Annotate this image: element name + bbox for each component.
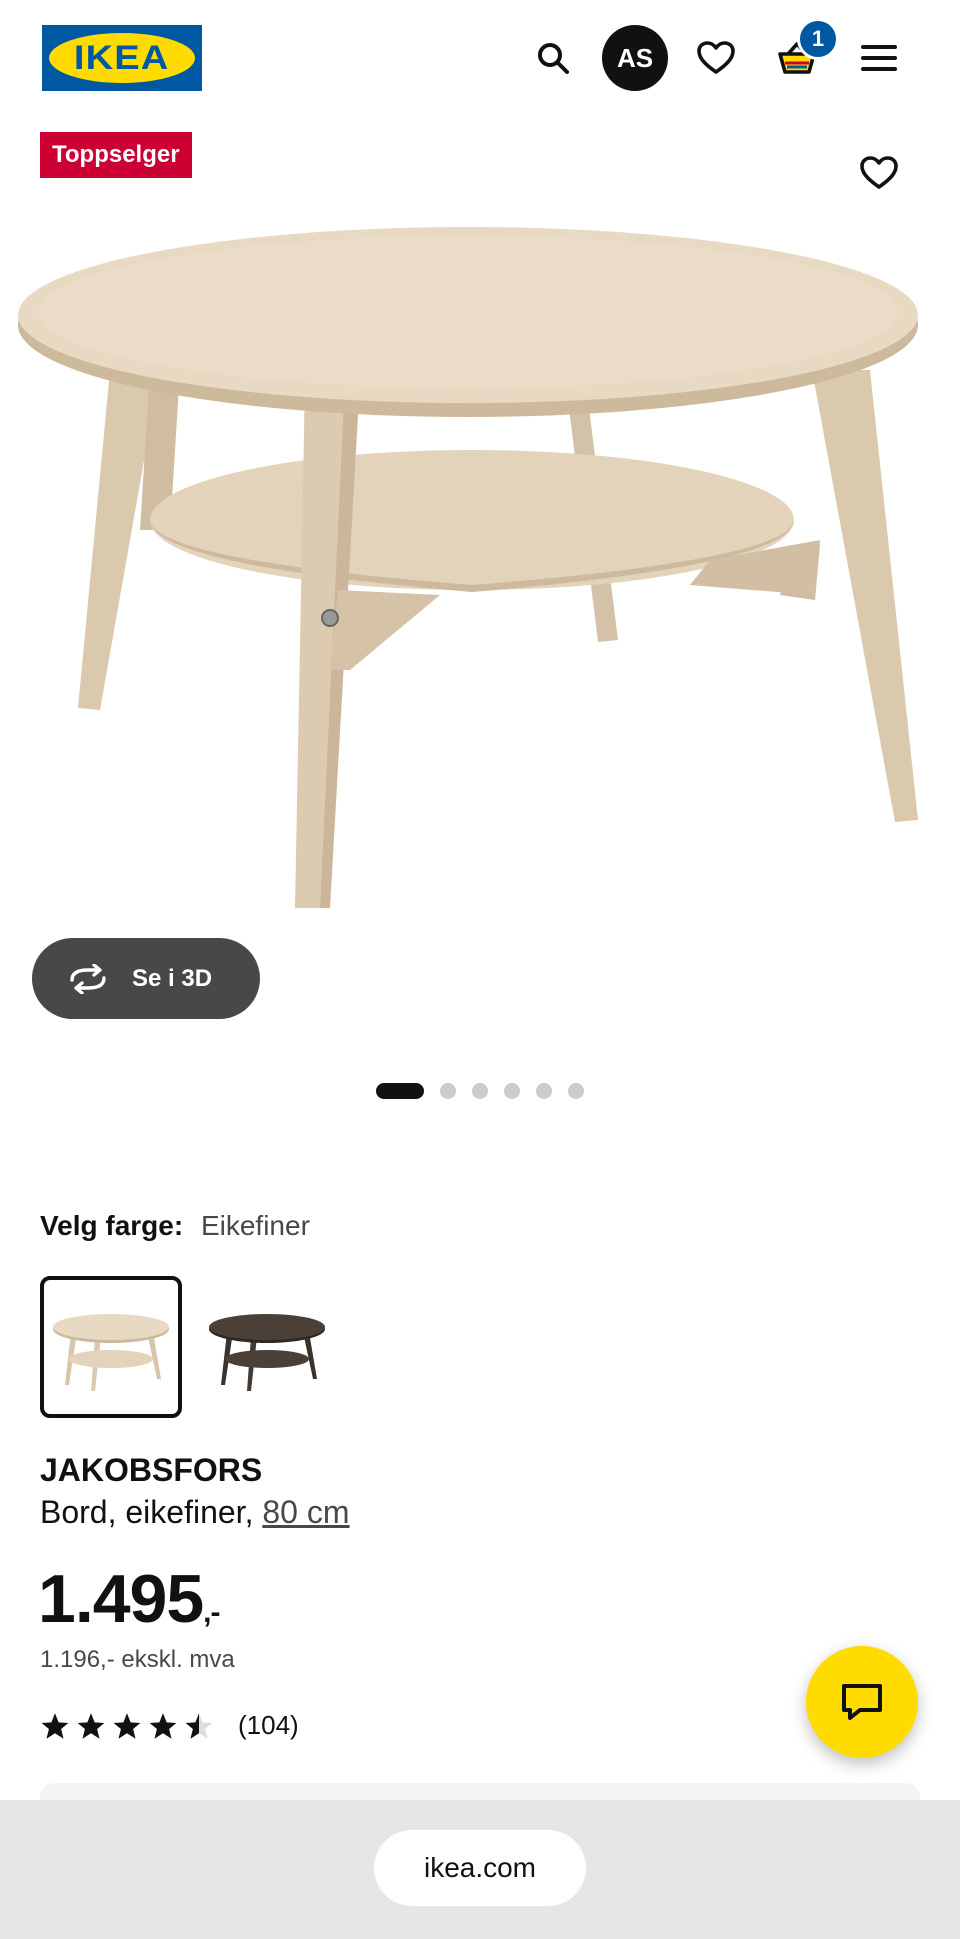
price-main: 1.495	[38, 1561, 204, 1637]
color-label: Velg farge:	[40, 1210, 184, 1241]
search-icon	[538, 43, 569, 74]
product-description-text: Bord, eikefiner,	[40, 1494, 263, 1530]
chat-icon	[842, 1684, 882, 1720]
product-size-link[interactable]: 80 cm	[262, 1494, 349, 1530]
rating-count: (104)	[238, 1710, 299, 1740]
pagination-dot[interactable]	[440, 1083, 456, 1099]
heart-icon	[697, 41, 735, 74]
product-description: Bord, eikefiner, 80 cm	[40, 1494, 349, 1531]
logo-text: IKEA	[74, 38, 170, 77]
product-price: 1.495,-	[38, 1560, 221, 1638]
pagination-dot[interactable]	[472, 1083, 488, 1099]
half-star-icon	[185, 1712, 213, 1739]
color-swatch-light-oak[interactable]	[40, 1276, 182, 1418]
swatch-thumbnail	[53, 1314, 169, 1391]
product-favorite-button[interactable]	[846, 140, 912, 206]
pagination-dot[interactable]	[568, 1083, 584, 1099]
cart-count-badge: 1	[797, 18, 839, 60]
star-icon	[149, 1712, 177, 1739]
view-3d-label: Se i 3D	[132, 964, 213, 992]
pagination-dot[interactable]	[536, 1083, 552, 1099]
color-swatch-dark-brown[interactable]	[196, 1276, 338, 1418]
product-name: JAKOBSFORS	[40, 1452, 263, 1488]
pagination-dot[interactable]	[376, 1083, 424, 1099]
topseller-badge: Toppselger	[40, 132, 192, 178]
price-ex-vat: 1.196,- ekskl. mva	[40, 1646, 235, 1673]
color-selected-value: Eikefiner	[200, 1210, 310, 1241]
star-icon	[113, 1712, 141, 1739]
site-header: IKEA AS 1	[0, 0, 960, 118]
product-image[interactable]	[0, 200, 960, 930]
gallery-pagination	[0, 1083, 960, 1099]
swatch-thumbnail	[209, 1314, 325, 1391]
ikea-logo[interactable]: IKEA	[42, 25, 202, 91]
product-rating[interactable]: (104)	[40, 1710, 299, 1741]
pagination-dot[interactable]	[504, 1083, 520, 1099]
favorites-button[interactable]	[683, 25, 749, 91]
rotate-icon	[70, 963, 106, 994]
price-suffix: ,-	[203, 1596, 220, 1629]
heart-icon	[860, 156, 898, 189]
menu-icon	[861, 45, 897, 71]
star-icon	[41, 1712, 69, 1739]
menu-button[interactable]	[846, 25, 912, 91]
color-selector-heading: Velg farge: Eikefiner	[40, 1210, 310, 1242]
avatar[interactable]: AS	[602, 25, 668, 91]
search-button[interactable]	[520, 25, 586, 91]
chat-button[interactable]	[806, 1646, 918, 1758]
view-3d-button[interactable]: Se i 3D	[32, 938, 260, 1019]
star-icon	[77, 1712, 105, 1739]
address-bar[interactable]: ikea.com	[374, 1830, 586, 1906]
